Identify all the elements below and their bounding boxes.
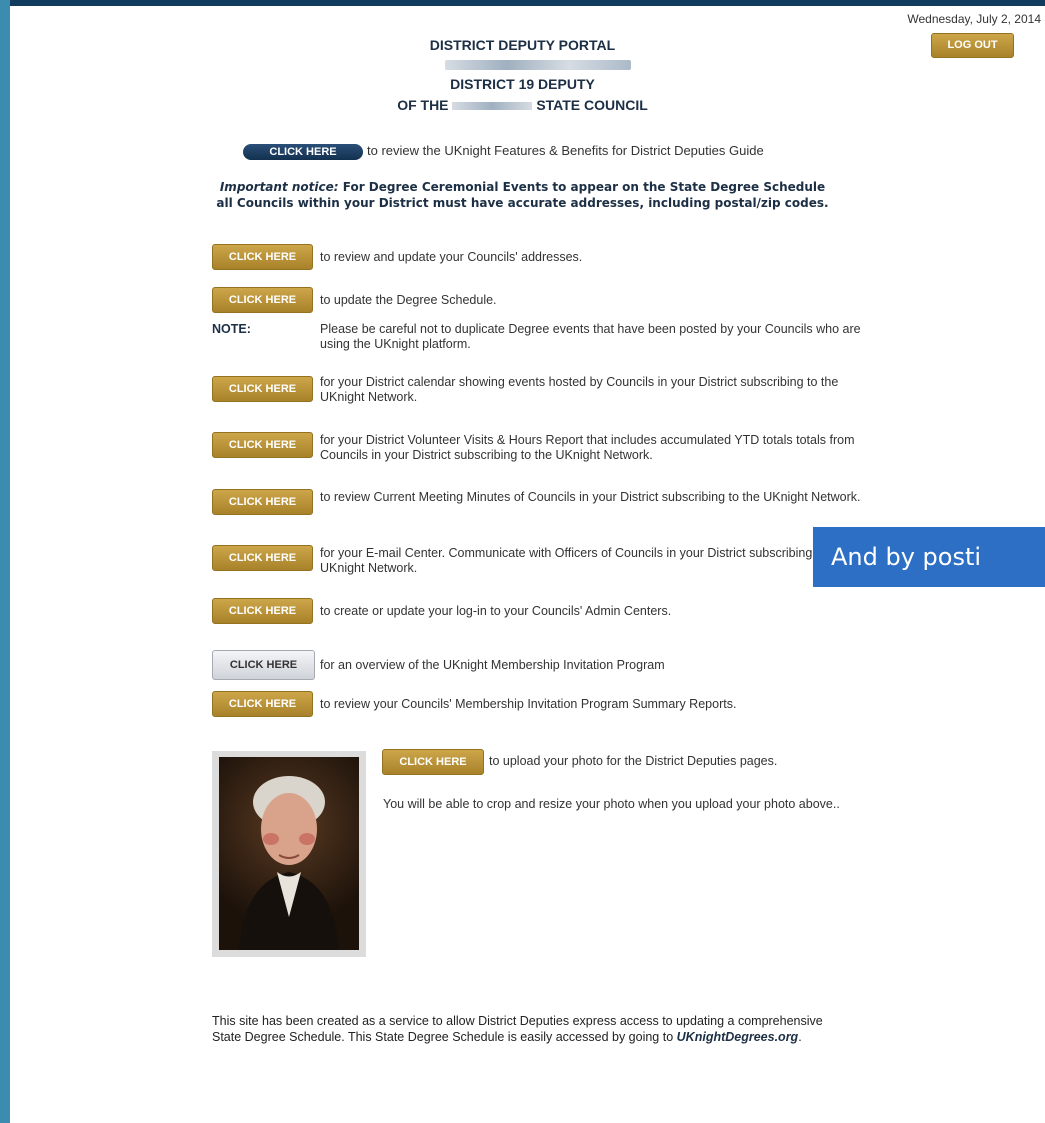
crop-photo-text: You will be able to crop and resize your… (383, 797, 840, 811)
meeting-minutes-text: to review Current Meeting Minutes of Cou… (320, 490, 861, 504)
membership-overview-button[interactable]: CLICK HERE (212, 650, 315, 680)
email-center-text: for your E-mail Center. Communicate with… (320, 546, 848, 575)
council-prefix: OF THE (397, 97, 449, 113)
guide-click-here-button[interactable]: CLICK HERE (243, 143, 363, 160)
admin-login-text: to create or update your log-in to your … (320, 604, 672, 618)
district-title: DISTRICT 19 DEPUTY (450, 76, 595, 92)
portal-title: DISTRICT DEPUTY PORTAL (429, 37, 616, 53)
guide-text: to review the UKnight Features & Benefit… (367, 143, 764, 158)
volunteer-report-button[interactable]: CLICK HERE (212, 432, 313, 458)
meeting-minutes-button[interactable]: CLICK HERE (212, 489, 313, 515)
council-title: OF THE STATE COUNCIL (0, 97, 1045, 113)
notice-line-1: Important notice: For Degree Ceremonial … (0, 180, 1045, 194)
note-text: Please be careful not to duplicate Degre… (320, 322, 861, 351)
summary-reports-button[interactable]: CLICK HERE (212, 691, 313, 717)
footer-period: . (798, 1030, 802, 1044)
notice-lead: Important notice: (219, 180, 339, 194)
redacted-name (445, 60, 631, 70)
email-center-button[interactable]: CLICK HERE (212, 545, 313, 571)
calendar-text: for your District calendar showing event… (320, 375, 839, 404)
addresses-button[interactable]: CLICK HERE (212, 244, 313, 270)
upload-photo-text: to upload your photo for the District De… (489, 754, 778, 768)
footer-link[interactable]: UKnightDegrees.org (677, 1030, 799, 1044)
summary-reports-text: to review your Councils' Membership Invi… (320, 697, 737, 711)
volunteer-report-text: for your District Volunteer Visits & Hou… (320, 433, 855, 462)
council-suffix: STATE COUNCIL (536, 97, 648, 113)
left-border (0, 0, 10, 1123)
notice-line-2: all Councils within your District must h… (216, 196, 829, 210)
upload-photo-button[interactable]: CLICK HERE (382, 749, 484, 775)
notice-text-1: For Degree Ceremonial Events to appear o… (342, 180, 826, 194)
guide-row: CLICK HERE to review the UKnight Features… (243, 143, 764, 160)
top-border (0, 0, 1045, 6)
degree-schedule-text: to update the Degree Schedule. (320, 293, 497, 307)
deputy-photo-frame (212, 751, 366, 957)
addresses-text: to review and update your Councils' addr… (320, 250, 583, 264)
admin-login-button[interactable]: CLICK HERE (212, 598, 313, 624)
deputy-photo (219, 757, 359, 950)
degree-schedule-button[interactable]: CLICK HERE (212, 287, 313, 313)
redacted-state (452, 102, 533, 111)
note-label: NOTE: (212, 322, 251, 336)
footer-text: This site has been created as a service … (212, 1013, 852, 1045)
portrait-image (239, 776, 339, 950)
slide-caption-overlay: And by posti (813, 527, 1045, 587)
current-date: Wednesday, July 2, 2014 (907, 12, 1041, 26)
membership-overview-text: for an overview of the UKnight Membershi… (320, 658, 665, 672)
calendar-button[interactable]: CLICK HERE (212, 376, 313, 402)
